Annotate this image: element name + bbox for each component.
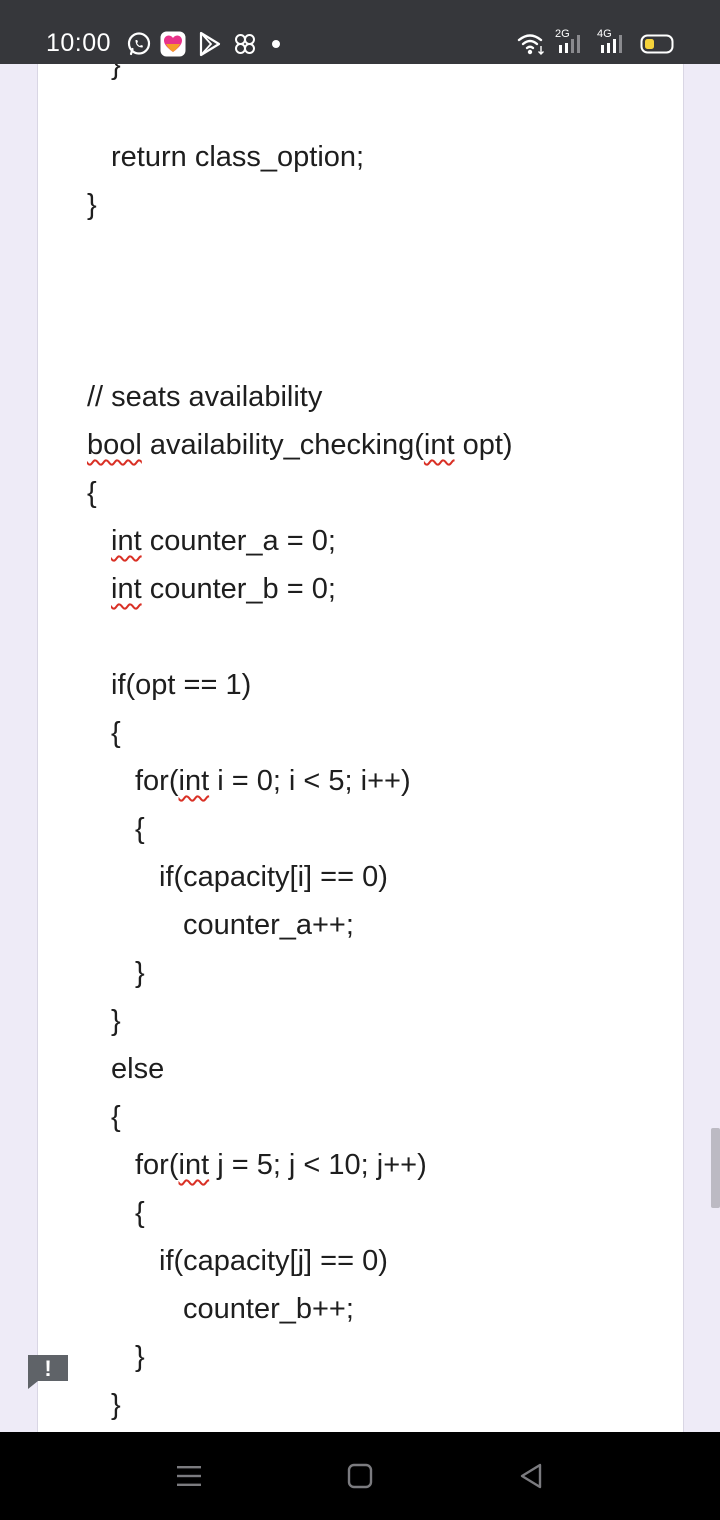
code-line: } [111,1389,121,1421]
scrollbar-thumb[interactable] [711,1128,720,1208]
misspelled-word[interactable]: int [424,429,455,461]
play-store-icon [199,31,221,57]
feedback-label: ! [44,1356,52,1381]
code-text: counter_b = 0; [141,573,336,605]
code-line: for(int i = 0; i < 5; i++) [135,764,411,798]
pinwheel-icon [235,34,255,54]
whatsapp-icon [127,32,151,56]
code-line: if(opt == 1) [111,669,252,701]
code-line: { [135,813,145,845]
code-line: } [135,1341,145,1373]
code-line: } [87,189,97,221]
status-bar: 10:00 2G 4G [0,0,720,64]
wifi-icon [517,34,544,55]
status-time: 10:00 [46,29,112,57]
misspelled-word[interactable]: int [111,573,142,605]
code-line: } [111,1005,121,1037]
document-page[interactable]: } return class_option; } // seats availa… [37,64,684,1432]
code-line: if(capacity[j] == 0) [159,1245,388,1277]
code-line: } [111,64,121,81]
code-line: { [135,1197,145,1229]
code-line: counter_a++; [183,909,354,941]
back-icon[interactable] [517,1462,545,1490]
function-signature: bool availability_checking(int opt) [87,428,513,462]
feedback-button[interactable]: ! [28,1355,68,1389]
code-text: j = 5; j < 10; j++) [209,1149,427,1181]
code-line: { [111,1101,121,1133]
recent-apps-icon[interactable] [175,1462,203,1490]
code-line: if(capacity[i] == 0) [159,861,388,893]
code-text: opt) [454,429,513,461]
misspelled-word[interactable]: int [179,765,210,797]
signal-2g-icon: 2G [555,28,595,57]
code-line: for(int j = 5; j < 10; j++) [135,1148,427,1182]
code-text: for( [135,765,179,797]
code-line: int counter_b = 0; [111,572,336,606]
code-text: availability_checking( [141,429,424,461]
battery-icon [640,34,674,54]
navigation-bar [0,1432,720,1520]
code-line: return class_option; [111,141,365,173]
dot-icon [272,40,280,48]
code-line: } [135,957,145,989]
heart-app-icon [160,31,186,57]
code-line: { [111,717,121,749]
code-text: counter_a = 0; [141,525,336,557]
code-line: counter_b++; [183,1293,354,1325]
misspelled-word[interactable]: bool [87,429,142,461]
code-comment: // seats availability [87,381,323,413]
code-line: int counter_a = 0; [111,524,336,558]
code-line: else [111,1053,165,1085]
code-text: for( [135,1149,179,1181]
misspelled-word[interactable]: int [111,525,142,557]
code-text: i = 0; i < 5; i++) [209,765,411,797]
home-icon[interactable] [346,1462,374,1490]
misspelled-word[interactable]: int [179,1149,210,1181]
signal-4g-icon: 4G [597,28,637,57]
code-line: { [87,477,97,509]
